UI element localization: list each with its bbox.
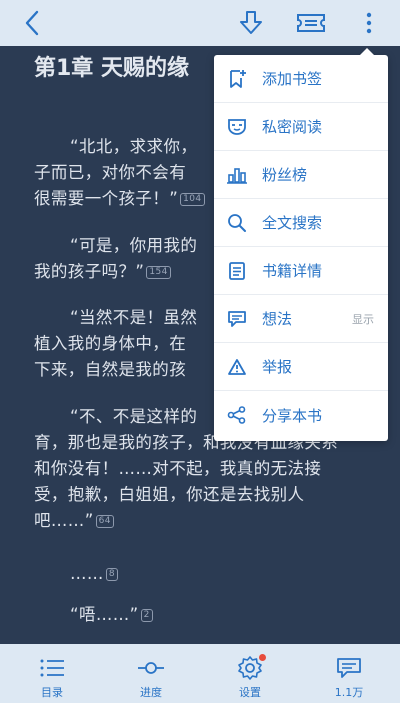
- menu-item-label: 粉丝榜: [262, 166, 308, 184]
- comment-bubble-icon: [336, 655, 362, 681]
- text-line: 和你没有！……对不起，我真的无法接: [34, 459, 322, 478]
- comment-count-badge[interactable]: 2: [140, 609, 153, 622]
- tab-label: 1.1万: [334, 686, 364, 699]
- menu-item-label: 添加书签: [262, 70, 323, 88]
- gear-icon: [237, 654, 266, 681]
- search-icon: [226, 212, 248, 234]
- menu-item-book-details[interactable]: 书籍详情: [214, 247, 388, 295]
- more-button[interactable]: [358, 6, 380, 40]
- tab-catalog[interactable]: 目录: [2, 644, 102, 703]
- tab-label: 目录: [41, 686, 63, 699]
- text-line: 受，抱歉，白姐姐，你还是去找别人: [34, 485, 305, 504]
- text-line: 很需要一个孩子！”: [34, 189, 179, 208]
- download-button[interactable]: [236, 6, 266, 40]
- menu-item-label: 分享本书: [262, 406, 323, 425]
- thoughts-visibility-toggle[interactable]: 显示: [352, 311, 374, 327]
- menu-item-label: 全文搜索: [262, 214, 323, 232]
- text-line: ……: [70, 564, 104, 583]
- tab-label: 设置: [239, 686, 261, 699]
- more-vertical-icon: [366, 12, 372, 34]
- menu-item-report[interactable]: 举报: [214, 343, 388, 391]
- menu-item-fan-ranking[interactable]: 粉丝榜: [214, 151, 388, 199]
- bookmark-add-icon: [226, 68, 248, 90]
- menu-item-private-reading[interactable]: 私密阅读: [214, 103, 388, 151]
- bottom-toolbar: 目录 进度 设置 1.1万: [0, 644, 400, 703]
- menu-item-label: 书籍详情: [262, 262, 323, 280]
- mask-icon: [226, 116, 248, 138]
- menu-item-add-bookmark[interactable]: 添加书签: [214, 55, 388, 103]
- warning-icon: [226, 356, 248, 378]
- menu-item-share-book[interactable]: 分享本书: [214, 391, 388, 439]
- comment-count-badge[interactable]: 64: [95, 515, 114, 528]
- share-icon: [226, 404, 248, 426]
- back-arrow-icon: [25, 10, 39, 36]
- ticket-button[interactable]: [294, 6, 328, 40]
- tab-comments[interactable]: 1.1万: [299, 644, 399, 703]
- comment-count-badge[interactable]: 104: [180, 193, 205, 206]
- menu-item-label: 私密阅读: [262, 118, 323, 136]
- top-toolbar: [0, 0, 400, 46]
- list-icon: [39, 655, 65, 681]
- bar-chart-icon: [226, 164, 248, 186]
- progress-slider-icon: [137, 655, 165, 681]
- back-button[interactable]: [18, 6, 46, 40]
- comment-icon: [226, 308, 248, 330]
- comment-count-badge[interactable]: 8: [105, 568, 118, 581]
- comment-count-badge[interactable]: 154: [146, 266, 171, 279]
- paragraph: “唔……” 2: [34, 602, 384, 628]
- text-line: 吧……”: [34, 511, 94, 530]
- text-line: “唔……”: [70, 605, 139, 624]
- notification-dot: [259, 654, 266, 661]
- menu-item-full-text-search[interactable]: 全文搜索: [214, 199, 388, 247]
- more-menu: 添加书签 私密阅读 粉丝榜 全文搜索 书籍详情 想法 显示 举报 分享本书: [214, 48, 388, 441]
- chapter-title: 第1章 天赐的缘: [34, 56, 189, 81]
- tab-settings[interactable]: 设置: [200, 644, 300, 703]
- tab-progress[interactable]: 进度: [101, 644, 201, 703]
- menu-item-label: 想法: [262, 310, 293, 328]
- ticket-icon: [297, 14, 325, 32]
- download-icon: [240, 11, 262, 34]
- menu-item-label: 举报: [262, 358, 293, 376]
- paragraph: …… 8: [34, 561, 384, 587]
- tab-label: 进度: [140, 686, 162, 699]
- document-icon: [226, 260, 248, 282]
- menu-item-thoughts[interactable]: 想法 显示: [214, 295, 388, 343]
- text-line: 我的孩子吗？”: [34, 262, 145, 281]
